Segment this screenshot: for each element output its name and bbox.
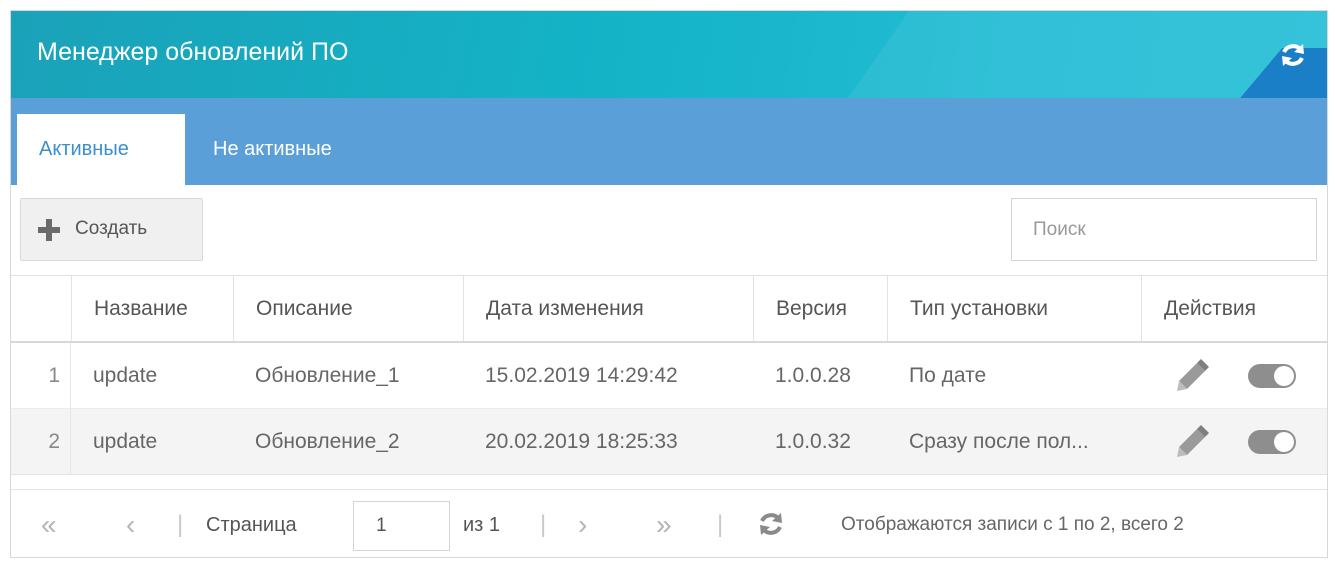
pager-separator: |	[540, 511, 547, 538]
last-page-icon[interactable]: »	[656, 490, 672, 557]
row-number: 1	[11, 343, 71, 408]
column-header-date[interactable]: Дата изменения	[463, 276, 753, 341]
page-number-input[interactable]	[353, 501, 450, 551]
edit-pencil-icon[interactable]	[1175, 359, 1209, 393]
records-info: Отображаются записи с 1 по 2, всего 2	[841, 514, 1184, 535]
row-name: update	[93, 364, 158, 387]
column-header-name[interactable]: Название	[71, 276, 233, 341]
row-install-type: Сразу после пол...	[909, 430, 1089, 453]
row-description: Обновление_1	[255, 364, 400, 387]
row-version: 1.0.0.28	[775, 364, 851, 387]
header-decoration	[796, 11, 1327, 98]
prev-page-icon[interactable]: ‹	[126, 490, 135, 557]
row-install-type: По дате	[909, 364, 987, 387]
next-page-icon[interactable]: ›	[578, 490, 587, 557]
column-header-actions: Действия	[1141, 276, 1327, 341]
pager-separator: |	[717, 511, 724, 538]
toggle-knob	[1274, 432, 1294, 452]
create-button[interactable]: Создать	[20, 198, 203, 261]
row-number: 2	[11, 409, 71, 474]
column-header-version[interactable]: Версия	[753, 276, 887, 341]
edit-pencil-icon[interactable]	[1175, 425, 1209, 459]
page-label: Страница	[206, 514, 297, 536]
row-description: Обновление_2	[255, 430, 400, 453]
pagination-bar: « ‹ | Страница из 1 | › » | Отображаются…	[11, 489, 1327, 557]
refresh-icon[interactable]	[1279, 41, 1307, 69]
table-header: Название Описание Дата изменения Версия …	[11, 275, 1327, 343]
row-date: 15.02.2019 14:29:42	[485, 364, 678, 387]
create-button-label: Создать	[75, 218, 148, 239]
row-actions	[1141, 343, 1327, 408]
page-total-label: из 1	[463, 514, 501, 536]
row-date: 20.02.2019 18:25:33	[485, 430, 678, 453]
tab-active[interactable]: Активные	[17, 114, 185, 185]
row-actions	[1141, 409, 1327, 474]
search-input[interactable]	[1011, 198, 1317, 261]
table-row[interactable]: 1 update Обновление_1 15.02.2019 14:29:4…	[11, 343, 1327, 409]
page-title: Менеджер обновлений ПО	[37, 38, 349, 66]
column-header-install-type[interactable]: Тип установки	[887, 276, 1141, 341]
pager-refresh-icon[interactable]	[757, 510, 785, 538]
pager-separator: |	[177, 511, 184, 538]
toggle-knob	[1274, 366, 1294, 386]
row-name: update	[93, 430, 158, 453]
enable-toggle[interactable]	[1248, 364, 1296, 388]
enable-toggle[interactable]	[1248, 430, 1296, 454]
plus-icon	[38, 219, 60, 241]
panel-header: Менеджер обновлений ПО	[11, 11, 1327, 98]
table-row[interactable]: 2 update Обновление_2 20.02.2019 18:25:3…	[11, 409, 1327, 475]
column-header-number	[11, 276, 71, 341]
row-version: 1.0.0.32	[775, 430, 851, 453]
tab-inactive[interactable]: Не активные	[191, 114, 354, 185]
column-header-description[interactable]: Описание	[233, 276, 463, 341]
tab-bar: Активные Не активные	[11, 98, 1327, 185]
update-manager-panel: Менеджер обновлений ПО Активные Не актив…	[10, 10, 1328, 558]
first-page-icon[interactable]: «	[41, 490, 57, 557]
